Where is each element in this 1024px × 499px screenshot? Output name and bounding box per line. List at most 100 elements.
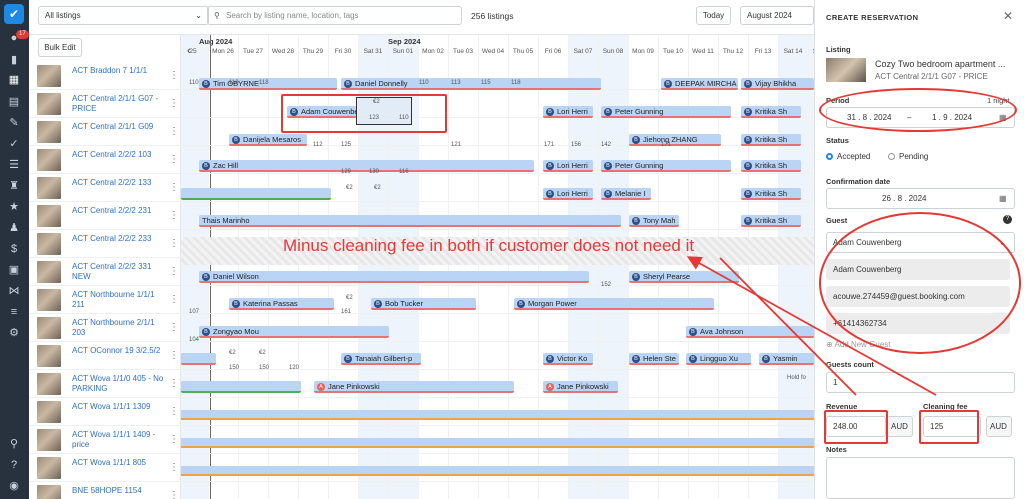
more-options-icon[interactable]: ⋮: [169, 294, 179, 305]
notes-textarea[interactable]: [826, 457, 1015, 499]
listing-name[interactable]: ACT Wova 1/1/1 805: [72, 458, 166, 468]
brush-icon[interactable]: ✎: [8, 117, 20, 129]
more-options-icon[interactable]: ⋮: [169, 238, 179, 249]
booking-bar[interactable]: [181, 381, 301, 393]
listing-name[interactable]: ACT Central 2/2/2 133: [72, 178, 166, 188]
help-icon[interactable]: ?: [1003, 215, 1012, 224]
booking-bar[interactable]: B Daniel Donnelly: [341, 78, 601, 90]
booking-bar[interactable]: B Sheryl Pearse: [629, 271, 739, 283]
listing-row[interactable]: ACT Wova 1/1/0 405 - No PARKING ⋮: [29, 370, 181, 398]
listing-name[interactable]: ACT Wova 1/1/1 1409 - price: [72, 430, 166, 450]
booking-bar[interactable]: [181, 438, 814, 448]
more-options-icon[interactable]: ⋮: [169, 98, 179, 109]
booking-bar[interactable]: B Ava Johnson: [686, 326, 814, 338]
booking-bar[interactable]: B Jiehong ZHANG: [629, 134, 721, 146]
booking-bar[interactable]: B Helen Ste: [629, 353, 679, 365]
booking-bar[interactable]: [181, 410, 814, 420]
listing-row[interactable]: ACT Wova 1/1/1 1409 - price ⋮: [29, 426, 181, 454]
month-select[interactable]: August 2024: [740, 6, 814, 25]
listing-row[interactable]: ACT Central 2/2/2 331 NEW ⋮: [29, 258, 181, 286]
more-options-icon[interactable]: ⋮: [169, 350, 179, 361]
search-input[interactable]: ⚲ Search by listing name, location, tags: [207, 6, 462, 25]
check-icon[interactable]: ✓: [8, 138, 20, 150]
booking-bar[interactable]: [181, 353, 216, 365]
booking-bar[interactable]: B Lingguo Xu: [686, 353, 751, 365]
listing-row[interactable]: ACT OConnor 19 3/2.5/2 ⋮: [29, 342, 181, 370]
booking-bar[interactable]: A Jane Pinkowski: [543, 381, 618, 393]
inbox-icon[interactable]: ▤: [8, 96, 20, 108]
listing-row[interactable]: ACT Central 2/2/2 231 ⋮: [29, 202, 181, 230]
listing-name[interactable]: ACT Northbourne 1/1/1 211: [72, 290, 166, 310]
listing-name[interactable]: ACT Wova 1/1/0 405 - No PARKING: [72, 374, 166, 394]
listing-name[interactable]: ACT Central 2/2/2 233: [72, 234, 166, 244]
booking-bar[interactable]: B Tony Mah: [629, 215, 679, 227]
more-options-icon[interactable]: ⋮: [169, 322, 179, 333]
booking-bar[interactable]: [181, 466, 814, 476]
listing-row[interactable]: ACT Northbourne 1/1/1 211 ⋮: [29, 286, 181, 314]
listing-filter-select[interactable]: All listings ⌄: [38, 6, 209, 25]
status-accepted-radio[interactable]: Accepted: [826, 152, 870, 161]
listing-name[interactable]: ACT Wova 1/1/1 1309: [72, 402, 166, 412]
booking-bar[interactable]: B Kritika Sh: [741, 160, 801, 172]
booking-bar[interactable]: A Jane Pinkowski: [314, 381, 514, 393]
booking-bar[interactable]: B Peter Gunning: [601, 160, 731, 172]
more-options-icon[interactable]: ⋮: [169, 126, 179, 137]
booking-bar[interactable]: B Lori Herri: [543, 160, 593, 172]
more-options-icon[interactable]: ⋮: [169, 210, 179, 221]
more-options-icon[interactable]: ⋮: [169, 406, 179, 417]
more-options-icon[interactable]: ⋮: [169, 154, 179, 165]
listing-name[interactable]: ACT Northbourne 2/1/1 203: [72, 318, 166, 338]
booking-bar[interactable]: B Vijay Bhikha: [741, 78, 814, 90]
listing-row[interactable]: ACT Central 2/2/2 233 ⋮: [29, 230, 181, 258]
listing-name[interactable]: ACT Central 2/2/2 331 NEW: [72, 262, 166, 282]
confirmation-date-input[interactable]: 26 . 8 . 2024 ▦: [826, 188, 1015, 209]
booking-bar[interactable]: B Lori Herri: [543, 188, 593, 200]
listing-row[interactable]: ACT Braddon 7 1/1/1 ⋮: [29, 62, 181, 90]
booking-bar[interactable]: B Kritika Sh: [741, 215, 801, 227]
more-options-icon[interactable]: ⋮: [169, 378, 179, 389]
share-icon[interactable]: ⋈: [8, 285, 20, 297]
listing-name[interactable]: BNE 58HOPE 1154: [72, 486, 166, 496]
listing-name[interactable]: ACT Central 2/1/1 G09: [72, 122, 166, 132]
prev-arrow-icon[interactable]: ‹: [187, 45, 191, 57]
booking-bar[interactable]: Thais Marinho: [199, 215, 621, 227]
listing-row[interactable]: ACT Central 2/1/1 G09 ⋮: [29, 118, 181, 146]
booking-bar[interactable]: B DEEPAK MIRCHA: [661, 78, 738, 90]
listing-row[interactable]: ACT Wova 1/1/1 1309 ⋮: [29, 398, 181, 426]
listing-name[interactable]: ACT OConnor 19 3/2.5/2: [72, 346, 166, 356]
booking-bar[interactable]: B Tanaiah Gilbert-p: [341, 353, 421, 365]
search-icon[interactable]: ⚲: [8, 438, 20, 450]
listing-row[interactable]: ACT Central 2/1/1 G07 - PRICE ⋮: [29, 90, 181, 118]
listing-name[interactable]: ACT Central 2/2/2 231: [72, 206, 166, 216]
team-icon[interactable]: ♟: [8, 222, 20, 234]
listing-row[interactable]: ACT Wova 1/1/1 805 ⋮: [29, 454, 181, 482]
listing-row[interactable]: ACT Northbourne 2/1/1 203 ⋮: [29, 314, 181, 342]
booking-bar[interactable]: B Yasmin: [759, 353, 814, 365]
booking-bar[interactable]: B Katerina Passas: [229, 298, 334, 310]
more-options-icon[interactable]: ⋮: [169, 462, 179, 473]
status-pending-radio[interactable]: Pending: [888, 152, 928, 161]
more-options-icon[interactable]: ⋮: [169, 266, 179, 277]
user-icon[interactable]: ◉: [8, 480, 20, 492]
listing-row[interactable]: BNE 58HOPE 1154 ⋮: [29, 482, 181, 499]
more-options-icon[interactable]: ⋮: [169, 490, 179, 499]
dollar-icon[interactable]: $: [8, 243, 20, 255]
calendar-grid[interactable]: 25 Mon 26 Tue 27 Wed 28 Thu 29 Fri 30 Sat 31 Su…: [181, 35, 814, 499]
booking-bar[interactable]: B Kritika Sh: [741, 188, 801, 200]
bulk-edit-button[interactable]: Bulk Edit: [38, 38, 82, 57]
more-options-icon[interactable]: ⋮: [169, 70, 179, 81]
guests-icon[interactable]: ♜: [8, 180, 20, 192]
booking-bar[interactable]: B Zongyao Mou: [199, 326, 389, 338]
more-options-icon[interactable]: ⋮: [169, 434, 179, 445]
analytics-icon[interactable]: ▮: [8, 54, 20, 66]
listing-name[interactable]: ACT Central 2/1/1 G07 - PRICE: [72, 94, 166, 114]
booking-bar[interactable]: B Danijela Mesaros: [229, 134, 307, 146]
booking-bar[interactable]: [181, 188, 331, 200]
booking-bar[interactable]: B Peter Gunning: [601, 106, 731, 118]
guests-count-input[interactable]: 1: [826, 372, 1015, 393]
booking-bar[interactable]: B Daniel Wilson: [199, 271, 589, 283]
booking-bar[interactable]: B Kritika Sh: [741, 134, 801, 146]
tasks-icon[interactable]: ☰: [8, 159, 20, 171]
booking-bar[interactable]: B Melanie I: [601, 188, 651, 200]
booking-bar[interactable]: B Victor Ko: [543, 353, 593, 365]
